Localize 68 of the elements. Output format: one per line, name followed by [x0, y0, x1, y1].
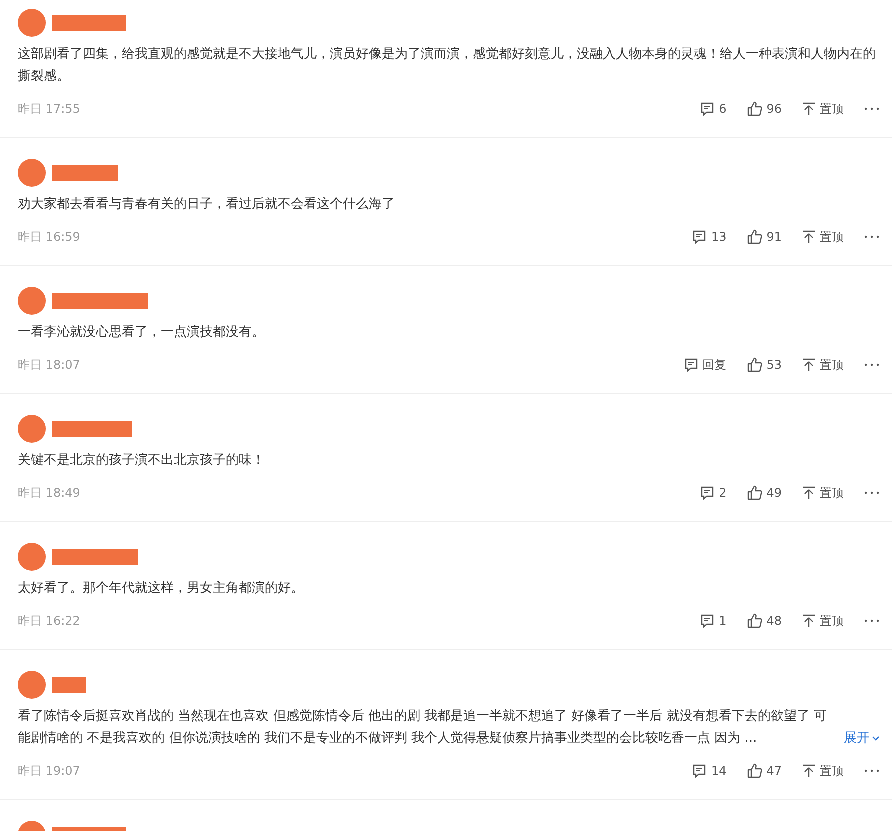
- comment-text: 看了陈情令后挺喜欢肖战的 当然现在也喜欢 但感觉陈情令后 他出的剧 我都是追一半就不想追了 好像看了一半后 就没有想看下去的欲望了 可能剧情啥的 不是我喜欢的 但你说演技啥的 我们不是专业的不做评判 我个人觉得悬疑侦察片搞事业类型的会比较吃香一点 因为 ...: [18, 708, 828, 748]
- thumbs-up-icon: [746, 763, 763, 779]
- reply-button[interactable]: 回复: [684, 356, 727, 374]
- more-button[interactable]: [864, 107, 880, 111]
- timestamp: 昨日 16:59: [18, 228, 80, 246]
- thumbs-up-icon: [746, 101, 763, 117]
- avatar: [18, 543, 46, 571]
- avatar: [18, 159, 46, 187]
- pin-button[interactable]: 置顶: [802, 484, 844, 502]
- more-icon: [864, 235, 880, 239]
- pin-to-top-icon: [802, 102, 816, 116]
- more-icon: [864, 769, 880, 773]
- pin-to-top-icon: [802, 486, 816, 500]
- more-icon: [864, 107, 880, 111]
- avatar: [18, 671, 46, 699]
- pin-to-top-icon: [802, 230, 816, 244]
- avatar: [18, 287, 46, 315]
- reply-button[interactable]: 6: [700, 102, 727, 116]
- comment-icon: [692, 230, 708, 244]
- pin-button[interactable]: 置顶: [802, 356, 844, 374]
- comment-icon: [700, 614, 716, 628]
- comment-icon: [692, 764, 708, 778]
- comment-text: 劝大家都去看看与青春有关的日子，看过后就不会看这个什么海了: [18, 196, 396, 214]
- comment-icon: [700, 102, 716, 116]
- like-button[interactable]: 49: [746, 485, 782, 501]
- like-button[interactable]: 91: [746, 229, 782, 245]
- pin-button[interactable]: 置顶: [802, 612, 844, 630]
- thumbs-up-icon: [746, 613, 763, 629]
- more-icon: [864, 619, 880, 623]
- pin-button[interactable]: 置顶: [802, 762, 844, 780]
- thumbs-up-icon: [746, 229, 763, 245]
- more-icon: [864, 491, 880, 495]
- comment-text: 一看李沁就没心思看了，一点演技都没有。: [18, 324, 266, 342]
- pin-to-top-icon: [802, 764, 816, 778]
- timestamp: 昨日 18:49: [18, 484, 80, 502]
- comment-text: 这部剧看了四集，给我直观的感觉就是不大接地气儿，演员好像是为了演而演，感觉都好刻意儿，没融入人物本身的灵魂！给人一种表演和人物内在的撕裂感。: [18, 46, 877, 86]
- comment-text: 太好看了。那个年代就这样，男女主角都演的好。: [18, 580, 305, 598]
- expand-link[interactable]: 展开: [844, 728, 880, 750]
- reply-button[interactable]: 13: [692, 230, 727, 244]
- reply-button[interactable]: 2: [700, 486, 727, 500]
- comment-icon: [684, 358, 699, 372]
- reply-button[interactable]: 14: [692, 764, 727, 778]
- more-button[interactable]: [864, 235, 880, 239]
- timestamp: 昨日 17:55: [18, 100, 80, 118]
- chevron-down-icon: [872, 736, 880, 742]
- more-button[interactable]: [864, 491, 880, 495]
- timestamp: 昨日 18:07: [18, 356, 80, 374]
- like-button[interactable]: 47: [746, 763, 782, 779]
- avatar: [18, 9, 46, 37]
- thumbs-up-icon: [746, 485, 763, 501]
- timestamp: 昨日 19:07: [18, 762, 80, 780]
- pin-to-top-icon: [802, 358, 816, 372]
- more-icon: [864, 363, 880, 367]
- more-button[interactable]: [864, 619, 880, 623]
- like-button[interactable]: 53: [746, 357, 782, 373]
- thumbs-up-icon: [746, 357, 763, 373]
- timestamp: 昨日 16:22: [18, 612, 80, 630]
- avatar: [18, 415, 46, 443]
- pin-to-top-icon: [802, 614, 816, 628]
- like-button[interactable]: 96: [746, 101, 782, 117]
- comment-text: 关键不是北京的孩子演不出北京孩子的味！: [18, 452, 266, 470]
- pin-button[interactable]: 置顶: [802, 228, 844, 246]
- comment-icon: [700, 486, 716, 500]
- like-button[interactable]: 48: [746, 613, 782, 629]
- more-button[interactable]: [864, 769, 880, 773]
- reply-button[interactable]: 1: [700, 614, 727, 628]
- pin-button[interactable]: 置顶: [802, 100, 844, 118]
- more-button[interactable]: [864, 363, 880, 367]
